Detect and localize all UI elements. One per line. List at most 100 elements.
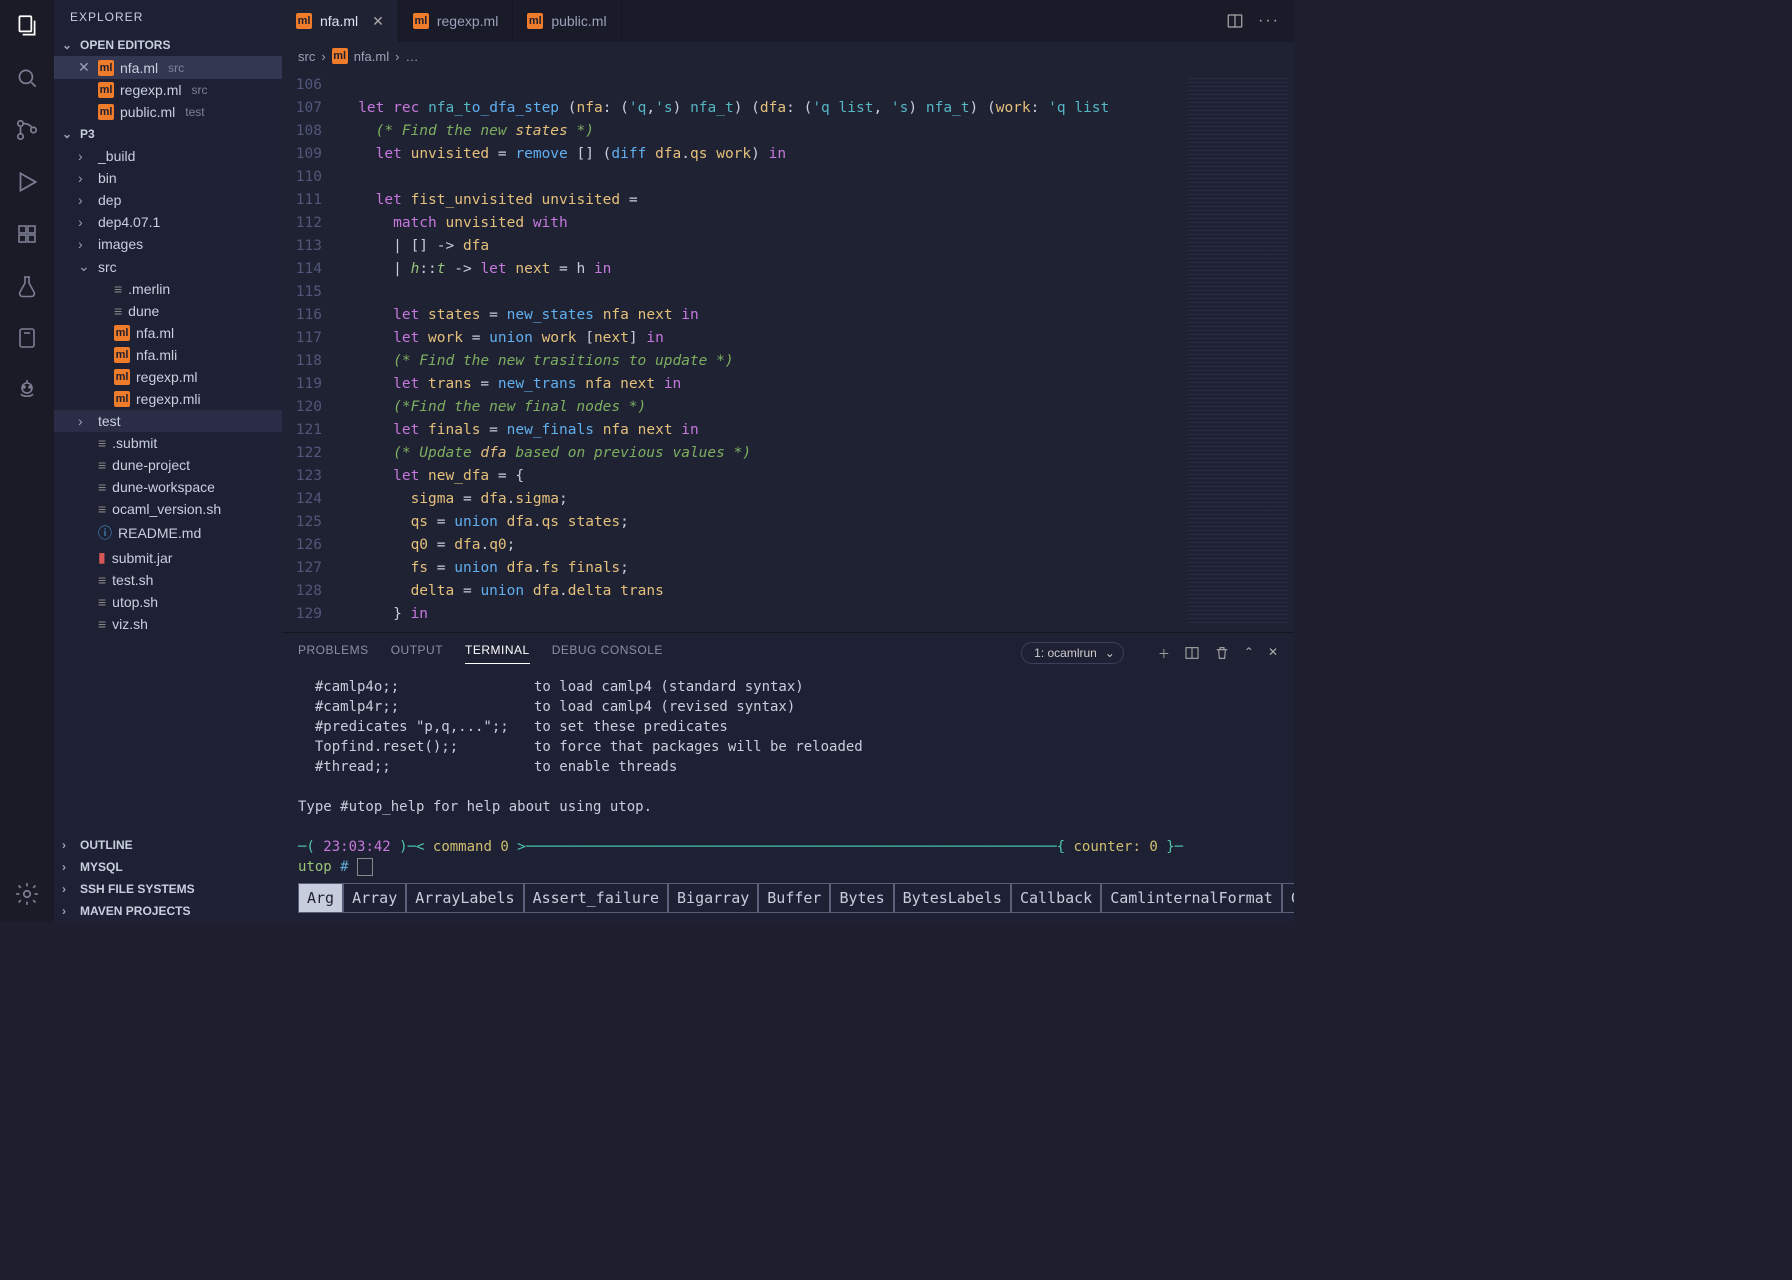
trash-icon[interactable]	[1214, 645, 1230, 662]
file-item[interactable]: ≡viz.sh	[54, 613, 282, 635]
file-item[interactable]: ≡.submit	[54, 432, 282, 454]
completion-item[interactable]: Array	[343, 883, 406, 913]
file-icon: ≡	[98, 501, 106, 517]
open-editor-item[interactable]: ✕mlnfa.mlsrc	[54, 56, 282, 79]
terminal-select[interactable]: 1: ocamlrun ⌄	[1021, 642, 1124, 664]
completion-item[interactable]: Bigarray	[668, 883, 758, 913]
completion-item[interactable]: BytesLabels	[894, 883, 1011, 913]
breadcrumb[interactable]: src › ml nfa.ml › …	[282, 42, 1294, 70]
chevron-right-icon: ›	[62, 838, 76, 852]
open-editor-item[interactable]: mlpublic.mltest	[54, 101, 282, 123]
completion-item[interactable]: Buffer	[758, 883, 830, 913]
split-terminal-icon[interactable]	[1184, 645, 1200, 662]
folder-item[interactable]: ⌄src	[54, 255, 282, 278]
split-editor-icon[interactable]	[1226, 12, 1244, 30]
completion-item[interactable]: Assert_failure	[524, 883, 668, 913]
activity-bar	[0, 0, 54, 922]
panel-tab-terminal[interactable]: TERMINAL	[465, 643, 530, 664]
editor-main: mlnfa.ml✕mlregexp.mlmlpublic.ml ··· src …	[282, 0, 1294, 922]
git-icon[interactable]	[13, 116, 41, 144]
project-header[interactable]: ⌄ P3	[54, 123, 282, 145]
line-numbers: 1061071081091101111121131141151161171181…	[282, 70, 332, 632]
section-header[interactable]: ›MYSQL	[54, 856, 282, 878]
more-icon[interactable]: ···	[1258, 12, 1280, 30]
terminal[interactable]: #camlp4o;; to load camlp4 (standard synt…	[282, 673, 1294, 922]
settings-icon[interactable]	[13, 880, 41, 908]
new-terminal-icon[interactable]: ＋	[1158, 645, 1170, 662]
panel-tab-output[interactable]: OUTPUT	[391, 643, 443, 664]
jar-icon: ▮	[98, 549, 106, 566]
ml-icon: ml	[114, 325, 130, 341]
file-icon: ≡	[98, 616, 106, 632]
completion-bar[interactable]: ArgArrayArrayLabelsAssert_failureBigarra…	[298, 883, 1278, 913]
code-area[interactable]: let rec nfa_to_dfa_step (nfa: ('q,'s) nf…	[332, 70, 1182, 632]
chevron-down-icon: ⌄	[62, 127, 76, 141]
file-item[interactable]: ≡.merlin	[54, 278, 282, 300]
completion-item[interactable]: ArrayLabels	[406, 883, 523, 913]
file-icon: ≡	[98, 435, 106, 451]
file-item[interactable]: ⓘREADME.md	[54, 520, 282, 546]
folder-item[interactable]: ›dep4.07.1	[54, 211, 282, 233]
section-header[interactable]: ›OUTLINE	[54, 834, 282, 856]
chevron-right-icon: ›	[78, 170, 92, 186]
file-item[interactable]: ≡dune	[54, 300, 282, 322]
folder-item[interactable]: ›bin	[54, 167, 282, 189]
editor-tab[interactable]: mlpublic.ml	[513, 0, 621, 42]
editor[interactable]: 1061071081091101111121131141151161171181…	[282, 70, 1294, 632]
chevron-right-icon: ›	[78, 148, 92, 164]
search-icon[interactable]	[13, 64, 41, 92]
ml-icon: ml	[527, 13, 543, 29]
completion-item[interactable]: Arg	[298, 883, 343, 913]
copilot-icon[interactable]	[13, 376, 41, 404]
file-item[interactable]: ≡ocaml_version.sh	[54, 498, 282, 520]
tab-bar: mlnfa.ml✕mlregexp.mlmlpublic.ml ···	[282, 0, 1294, 42]
ml-icon: ml	[114, 369, 130, 385]
file-item[interactable]: mlregexp.ml	[54, 366, 282, 388]
file-icon: ≡	[98, 572, 106, 588]
open-editors-header[interactable]: ⌄ OPEN EDITORS	[54, 34, 282, 56]
file-icon: ≡	[114, 303, 122, 319]
file-icon: ≡	[114, 281, 122, 297]
debug-icon[interactable]	[13, 168, 41, 196]
file-item[interactable]: ≡test.sh	[54, 569, 282, 591]
ml-icon: ml	[114, 347, 130, 363]
file-item[interactable]: ≡utop.sh	[54, 591, 282, 613]
file-item[interactable]: ≡dune-workspace	[54, 476, 282, 498]
editor-tab[interactable]: mlregexp.ml	[399, 0, 513, 42]
chevron-down-icon: ⌄	[1105, 646, 1115, 660]
panel-tab-problems[interactable]: PROBLEMS	[298, 643, 369, 664]
test-icon[interactable]	[13, 272, 41, 300]
minimap[interactable]	[1182, 70, 1294, 632]
open-editor-item[interactable]: mlregexp.mlsrc	[54, 79, 282, 101]
panel-tab-debug console[interactable]: DEBUG CONSOLE	[552, 643, 663, 664]
explorer-sidebar: EXPLORER ⌄ OPEN EDITORS ✕mlnfa.mlsrcmlre…	[54, 0, 282, 922]
ml-icon: ml	[98, 60, 114, 76]
remote-icon[interactable]	[13, 324, 41, 352]
completion-item[interactable]: Caml	[1282, 883, 1294, 913]
close-icon[interactable]: ✕	[78, 59, 92, 76]
folder-item[interactable]: ›images	[54, 233, 282, 255]
folder-item[interactable]: ›test	[54, 410, 282, 432]
files-icon[interactable]	[13, 12, 41, 40]
chevron-right-icon: ›	[62, 904, 76, 918]
folder-item[interactable]: ›_build	[54, 145, 282, 167]
extensions-icon[interactable]	[13, 220, 41, 248]
folder-item[interactable]: ›dep	[54, 189, 282, 211]
file-item[interactable]: ▮submit.jar	[54, 546, 282, 569]
file-item[interactable]: mlnfa.mli	[54, 344, 282, 366]
chevron-right-icon: ›	[78, 236, 92, 252]
completion-item[interactable]: CamlinternalFormat	[1101, 883, 1282, 913]
section-header[interactable]: ›MAVEN PROJECTS	[54, 900, 282, 922]
chevron-right-icon: ›	[62, 882, 76, 896]
editor-tab[interactable]: mlnfa.ml✕	[282, 0, 399, 42]
file-item[interactable]: ≡dune-project	[54, 454, 282, 476]
panel-tabs: PROBLEMS OUTPUT TERMINAL DEBUG CONSOLE 1: o…	[282, 633, 1294, 673]
file-item[interactable]: mlregexp.mli	[54, 388, 282, 410]
completion-item[interactable]: Bytes	[830, 883, 893, 913]
chevron-up-icon[interactable]: ⌃	[1244, 645, 1254, 662]
close-icon[interactable]: ✕	[372, 13, 384, 30]
file-item[interactable]: mlnfa.ml	[54, 322, 282, 344]
completion-item[interactable]: Callback	[1011, 883, 1101, 913]
section-header[interactable]: ›SSH FILE SYSTEMS	[54, 878, 282, 900]
close-icon[interactable]: ✕	[1268, 645, 1278, 662]
